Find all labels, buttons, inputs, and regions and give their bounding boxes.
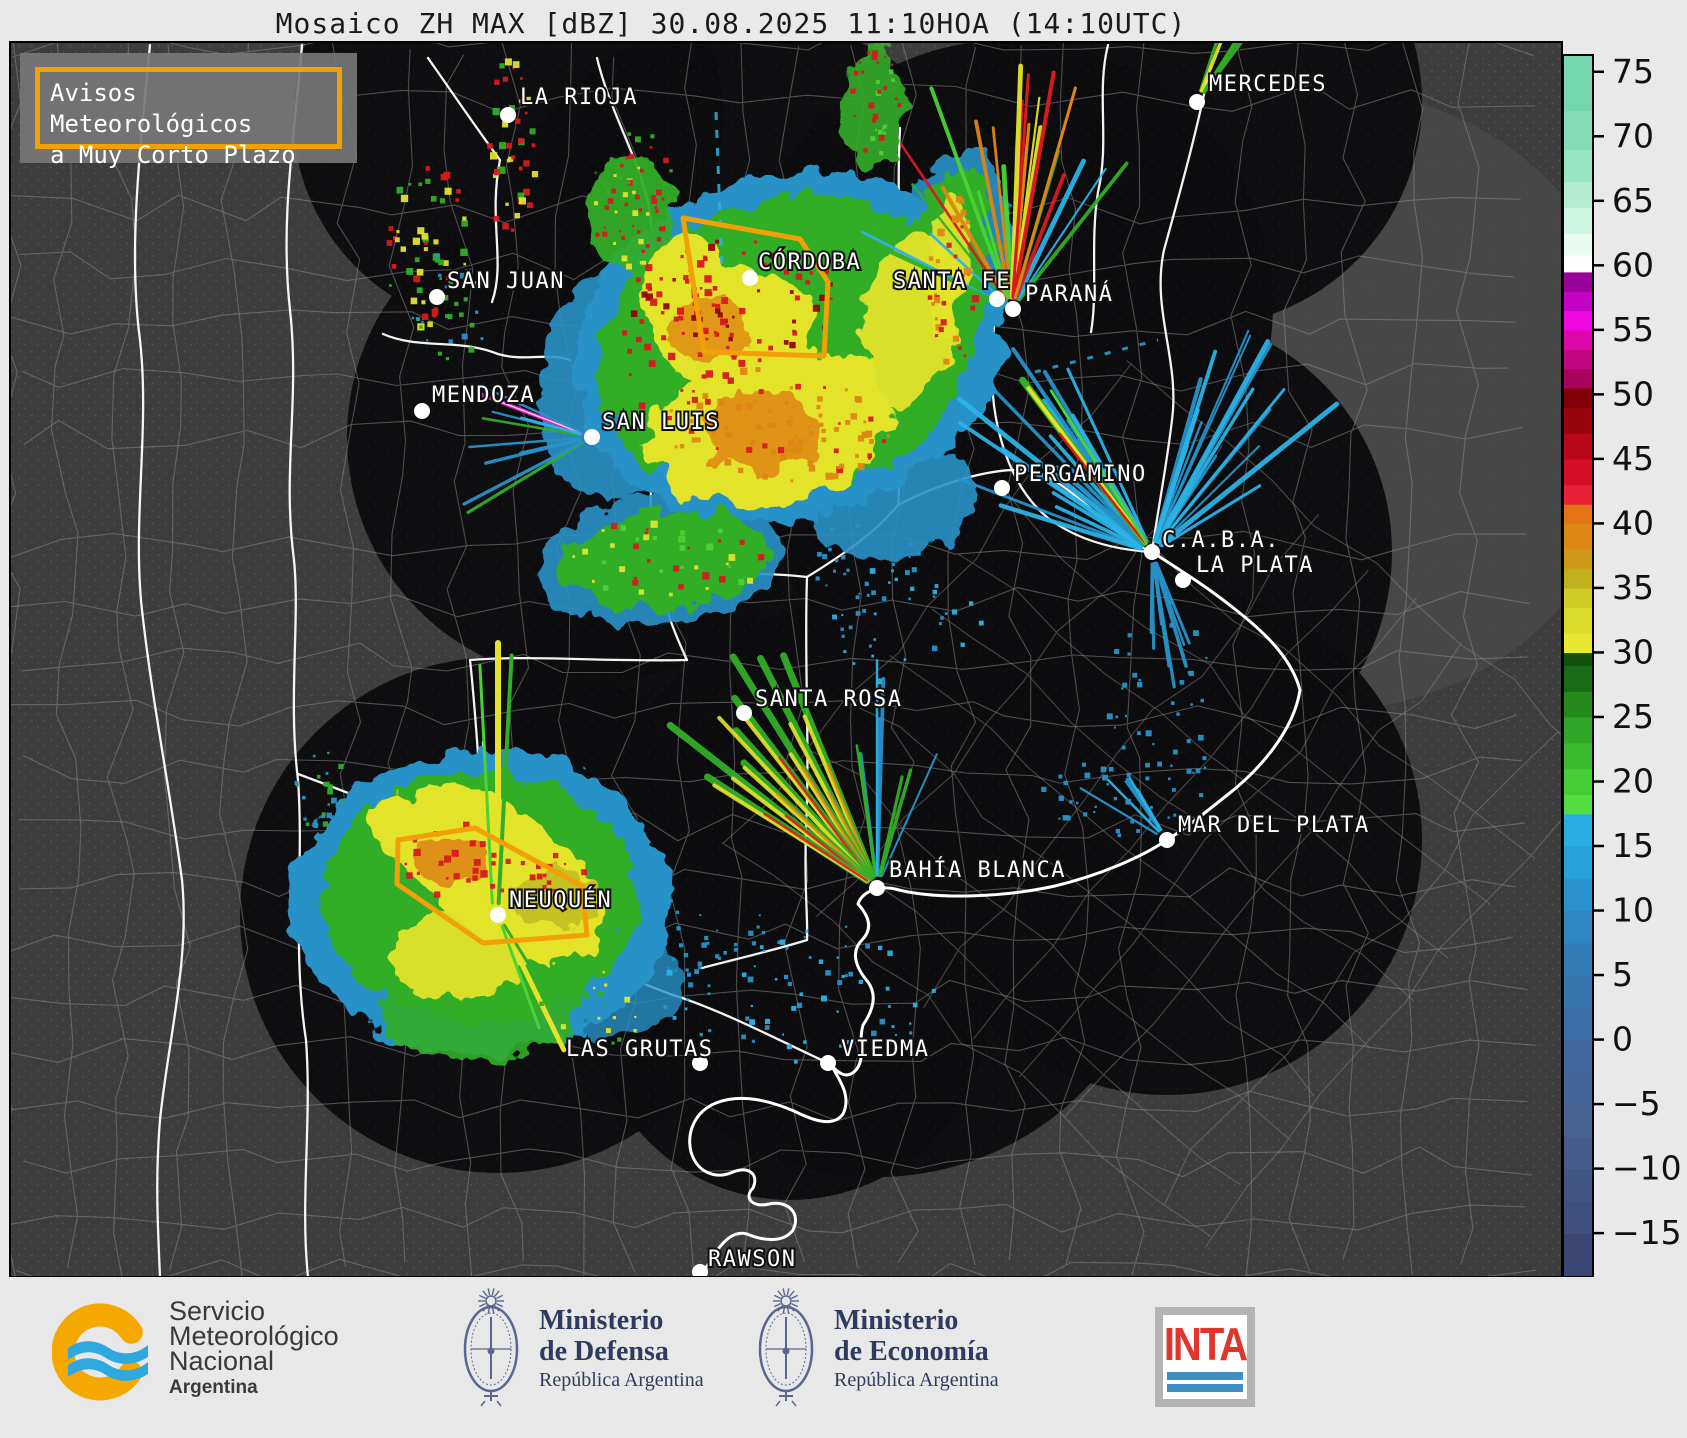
radar-map: MERCEDES LA RIOJA SAN JUAN CÓRDOBA SANTA FE P… xyxy=(9,41,1682,1278)
colorbar-tick-35: 35 xyxy=(1612,568,1654,607)
radar-mosaic-app: Mosaico ZH MAX [dBZ] 30.08.2025 11:10HOA… xyxy=(0,0,1687,1438)
city-dot-c-a-b-a- xyxy=(1144,544,1160,560)
dbz-colorbar: 757065605550454035302520151050−5−10−15 xyxy=(1562,52,1682,1278)
economia-line2: de Economía xyxy=(834,1335,989,1367)
city-label-mercedes: MERCEDES xyxy=(1209,72,1327,97)
inta-logo-inner: INTA xyxy=(1163,1315,1248,1399)
city-dot-la-plata xyxy=(1175,572,1191,588)
city-dot-san-juan xyxy=(429,289,445,305)
economia-line1: Ministerio xyxy=(834,1304,959,1336)
colorbar-tick-30: 30 xyxy=(1612,632,1654,671)
inta-bar-1 xyxy=(1167,1371,1243,1380)
city-label-viedma: VIEDMA xyxy=(841,1037,929,1062)
city-dot-pergamino xyxy=(994,480,1010,496)
inta-logo: INTA xyxy=(1155,1307,1255,1407)
colorbar-tick-25: 25 xyxy=(1612,697,1654,736)
city-label-la-rioja: LA RIOJA xyxy=(520,85,638,110)
city-label-mendoza: MENDOZA xyxy=(432,383,535,408)
colorbar-tick-−15: −15 xyxy=(1612,1213,1682,1252)
coat-of-arms-icon xyxy=(758,1288,814,1407)
colorbar-tick-75: 75 xyxy=(1612,52,1654,91)
city-label-bah-a-blanca: BAHÍA BLANCA xyxy=(889,857,1066,883)
colorbar-tick-−5: −5 xyxy=(1612,1084,1661,1123)
colorbar-tick-70: 70 xyxy=(1612,116,1654,155)
city-dot-la-rioja xyxy=(500,107,516,123)
smn-logo-block: Servicio Meteorológico Nacional Argentin… xyxy=(52,1298,339,1404)
city-dot-neuqu-n xyxy=(490,907,506,923)
city-dot-viedma xyxy=(820,1055,836,1071)
city-label-rawson: RAWSON xyxy=(708,1247,796,1272)
warning-legend-box: Avisos Meteorológicos a Muy Corto Plazo xyxy=(20,53,357,169)
economia-text: Ministerio de Economía República Argenti… xyxy=(834,1305,999,1392)
colorbar-tick-10: 10 xyxy=(1612,891,1654,930)
colorbar-tick-50: 50 xyxy=(1612,374,1654,413)
city-label-pergamino: PERGAMINO xyxy=(1014,462,1147,487)
city-dot-mendoza xyxy=(414,403,430,419)
defensa-text: Ministerio de Defensa República Argentin… xyxy=(539,1305,704,1392)
warning-legend-border: Avisos Meteorológicos a Muy Corto Plazo xyxy=(35,67,342,169)
city-dot-mar-del-plata xyxy=(1159,832,1175,848)
defensa-line1: Ministerio xyxy=(539,1304,664,1336)
city-label-las-grutas: LAS GRUTAS xyxy=(566,1037,713,1062)
city-label-c-a-b-a-: C.A.B.A. xyxy=(1162,528,1280,553)
city-dot-paran- xyxy=(1005,301,1021,317)
inta-bar-2 xyxy=(1167,1383,1243,1392)
city-label-santa-rosa: SANTA ROSA xyxy=(755,687,902,712)
colorbar-tick-20: 20 xyxy=(1612,761,1654,800)
colorbar-tick-65: 65 xyxy=(1612,181,1654,220)
economia-line3: República Argentina xyxy=(834,1368,999,1391)
city-dot-mercedes xyxy=(1189,94,1205,110)
city-label-la-plata: LA PLATA xyxy=(1196,553,1314,578)
city-dot-san-luis xyxy=(584,429,600,445)
city-label-san-luis: SAN LUIS xyxy=(602,410,720,435)
defensa-line2: de Defensa xyxy=(539,1335,669,1367)
footer: Servicio Meteorológico Nacional Argentin… xyxy=(0,1277,1687,1438)
colorbar-tick-45: 45 xyxy=(1612,439,1654,478)
city-label-paran-: PARANÁ xyxy=(1025,281,1113,307)
warning-legend-line1: Avisos Meteorológicos xyxy=(50,79,253,138)
colorbar-tick-0: 0 xyxy=(1612,1020,1633,1059)
city-label-c-rdoba: CÓRDOBA xyxy=(758,249,861,275)
colorbar-tick-55: 55 xyxy=(1612,310,1654,349)
city-label-santa-fe: SANTA FE xyxy=(893,269,1011,294)
smn-line3: Nacional xyxy=(169,1346,275,1376)
colorbar-tick-15: 15 xyxy=(1612,826,1654,865)
smn-logo-text: Servicio Meteorológico Nacional Argentin… xyxy=(169,1298,339,1404)
economia-block: Ministerio de Economía República Argenti… xyxy=(750,1287,999,1409)
inta-label: INTA xyxy=(1163,1319,1248,1370)
city-dot-bah-a-blanca xyxy=(869,880,885,896)
smn-logo-icon xyxy=(52,1303,149,1401)
city-label-neuqu-n: NEUQUÉN xyxy=(509,887,612,913)
warning-legend-line2: a Muy Corto Plazo xyxy=(50,141,296,169)
city-label-mar-del-plata: MAR DEL PLATA xyxy=(1178,813,1370,838)
city-label-san-juan: SAN JUAN xyxy=(447,269,565,294)
colorbar-tick-60: 60 xyxy=(1612,245,1654,284)
colorbar-tick-−10: −10 xyxy=(1612,1149,1682,1188)
city-dot-santa-rosa xyxy=(736,705,752,721)
colorbar-tick-5: 5 xyxy=(1612,955,1633,994)
city-dot-c-rdoba xyxy=(742,270,758,286)
smn-line4: Argentina xyxy=(169,1377,258,1398)
colorbar-tick-40: 40 xyxy=(1612,503,1654,542)
defensa-line3: República Argentina xyxy=(539,1368,704,1391)
defensa-block: Ministerio de Defensa República Argentin… xyxy=(455,1287,704,1409)
coat-of-arms-icon xyxy=(463,1288,519,1407)
